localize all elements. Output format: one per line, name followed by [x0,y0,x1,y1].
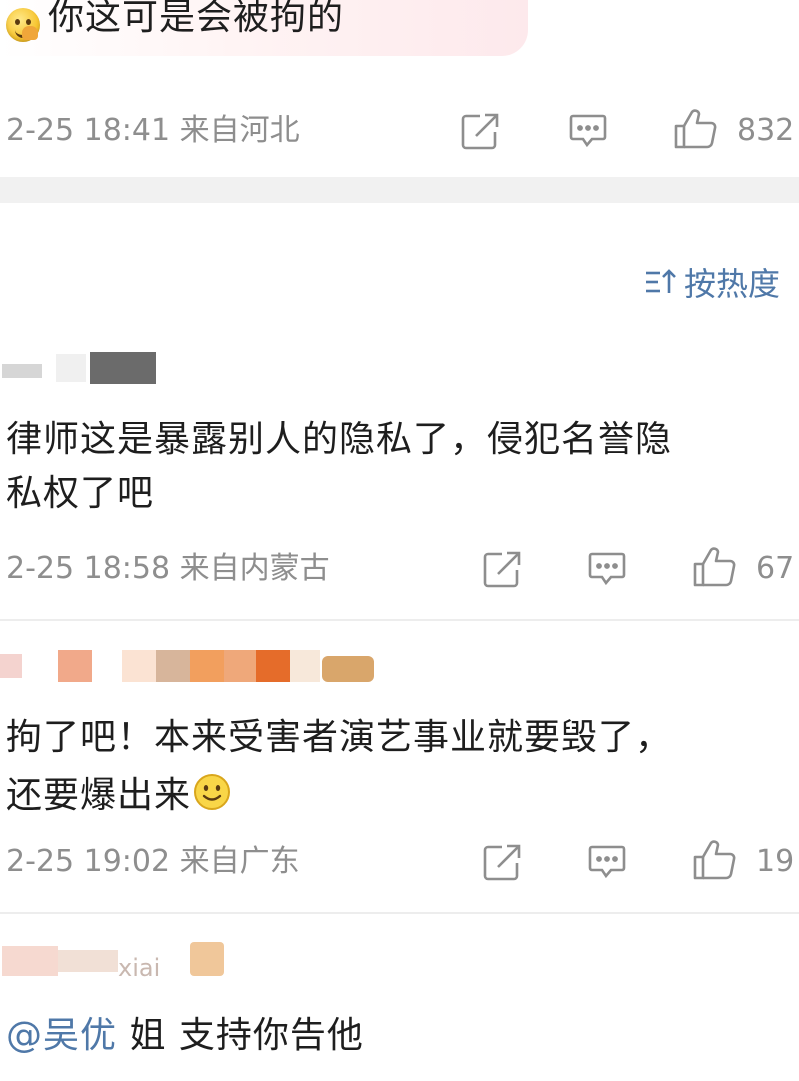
comment-meta: 2-25 19:02 来自广东 [6,844,300,879]
comment-text: 还要爆出来 [6,775,192,816]
divider [0,912,799,914]
like-count: 832 [737,113,795,148]
thumbs-up-icon[interactable] [692,839,738,881]
divider [0,619,799,621]
smile-emoji [193,773,231,811]
sort-icon [644,267,678,297]
comment-text: 私权了吧 [6,473,155,514]
comment-meta: 2-25 18:41 来自河北 [6,113,300,148]
comment-text-line: 还要爆出来 [6,768,231,816]
comment-icon[interactable] [587,844,627,880]
username-partial: xiai [118,954,161,982]
share-icon[interactable] [482,550,522,588]
section-separator [0,177,799,203]
avatar-username-blurred [0,350,160,386]
face-with-hand-emoji [6,8,40,42]
comment-text-line: @吴优 姐 支持你告他 [6,1008,364,1056]
sort-label: 按热度 [684,265,781,303]
mention-link[interactable]: @吴优 [6,1006,117,1058]
share-icon[interactable] [482,843,522,881]
comment-icon[interactable] [568,113,608,149]
thumbs-up-icon[interactable] [673,108,719,150]
thumbs-up-icon[interactable] [692,546,738,588]
comment-icon[interactable] [587,551,627,587]
comment-text: 姐 支持你告他 [117,1015,364,1056]
like-count: 67 [756,551,795,586]
like-count: 19 [756,844,795,879]
share-icon[interactable] [460,112,500,150]
top-comment-text: 你这可是会被拘的 [48,0,345,38]
avatar-username-blurred [0,646,380,686]
comment-text: 律师这是暴露别人的隐私了，侵犯名誉隐 [6,419,673,460]
comment-text: 拘了吧！本来受害者演艺事业就要毁了， [6,717,673,758]
sort-by-hot-button[interactable]: 按热度 [644,262,781,303]
comment-meta: 2-25 18:58 来自内蒙古 [6,551,330,586]
